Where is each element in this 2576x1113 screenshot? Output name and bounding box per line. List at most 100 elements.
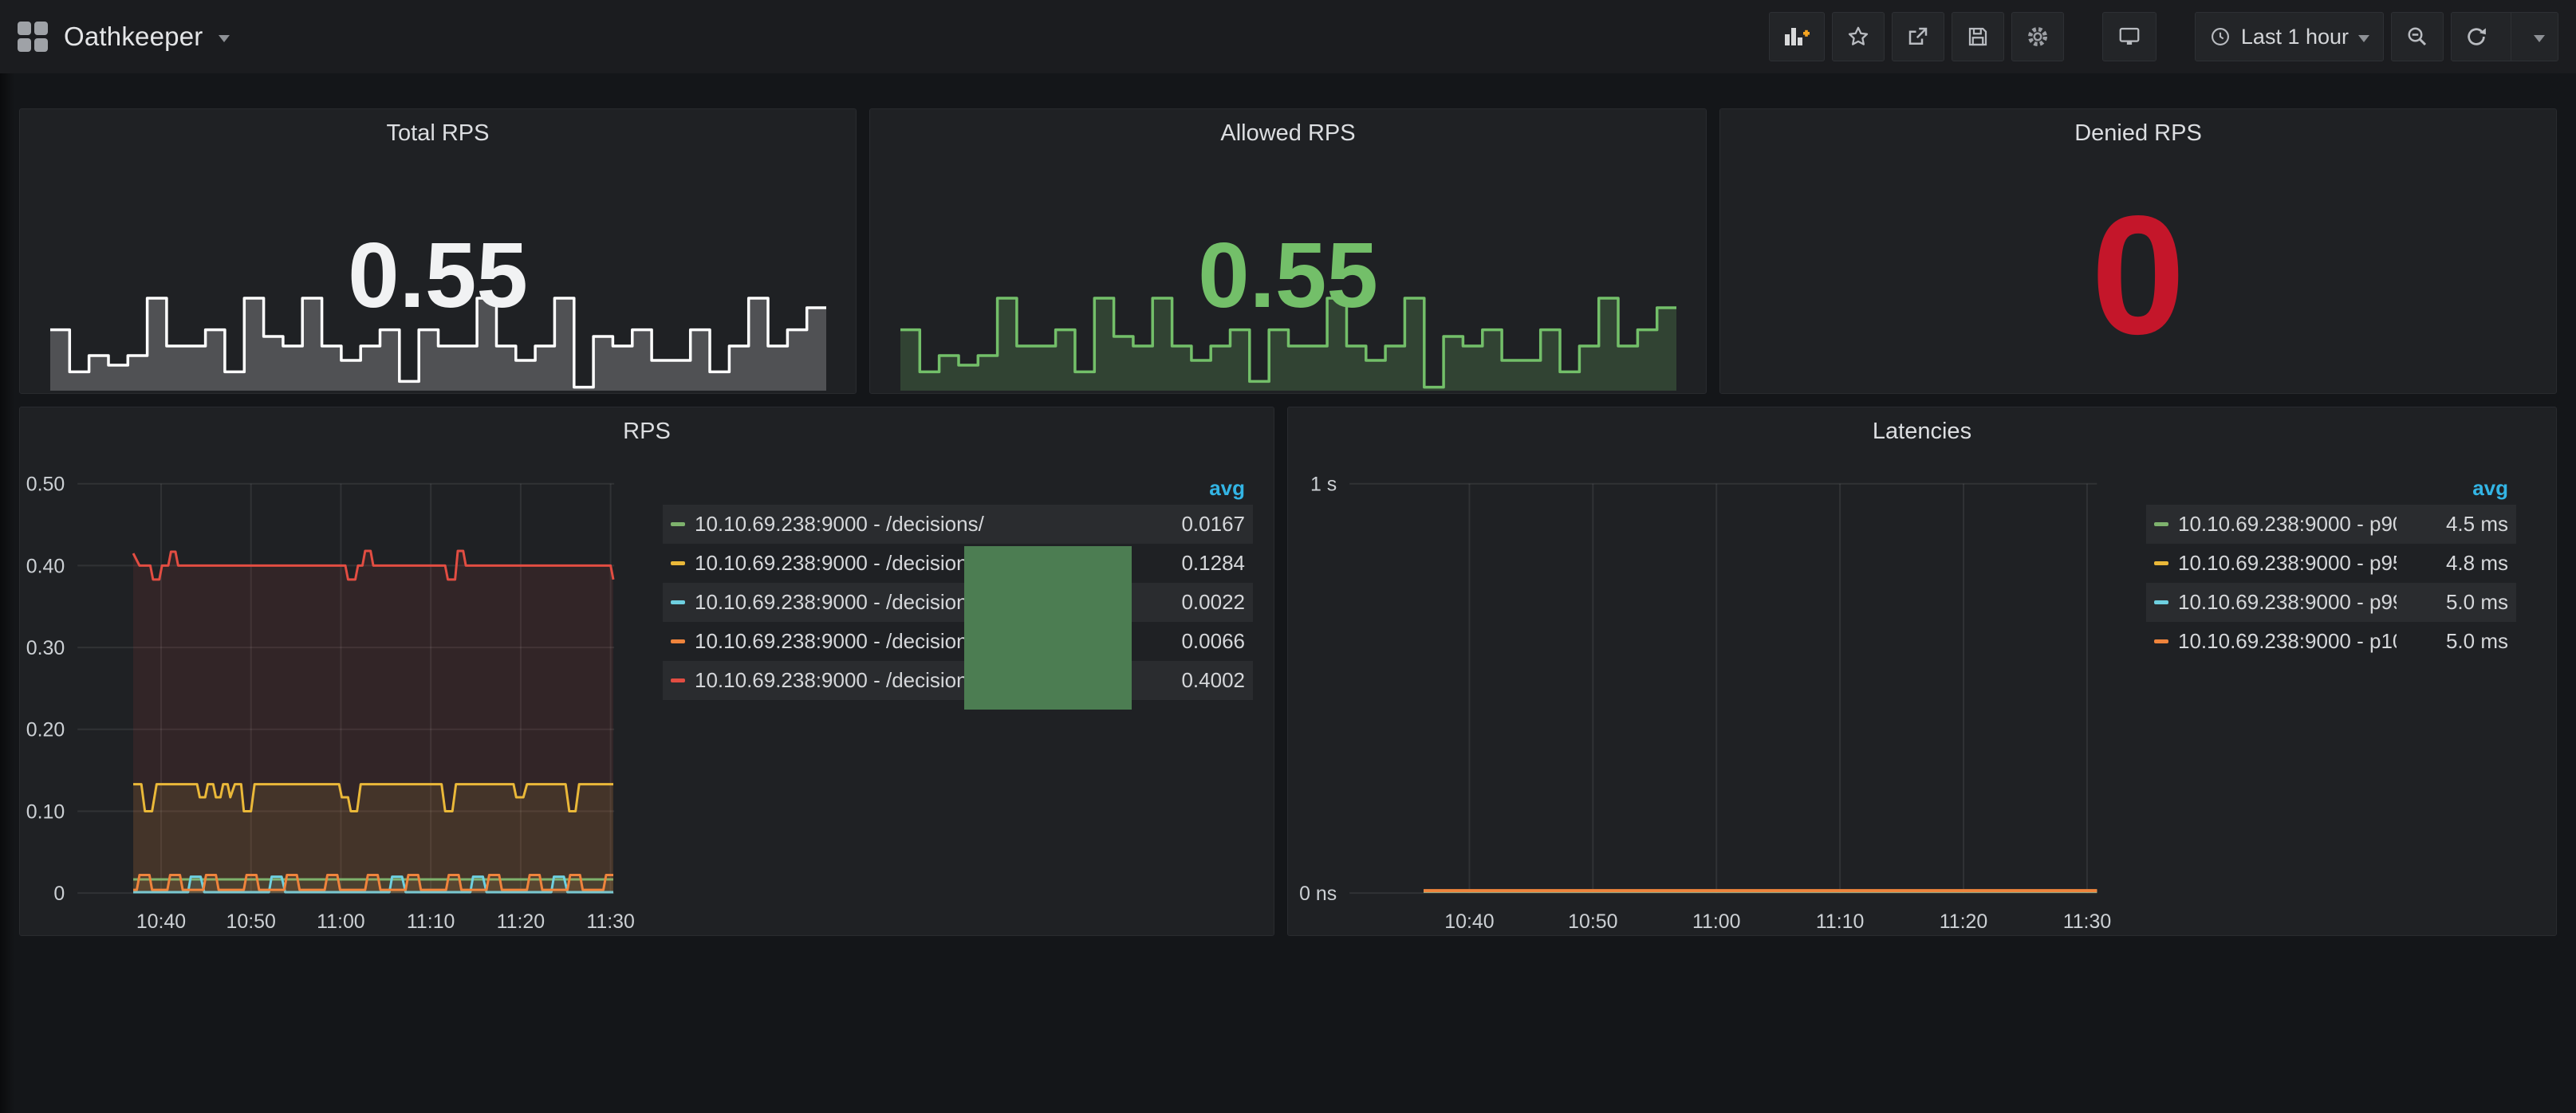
svg-text:0.40: 0.40 (26, 555, 65, 577)
settings-button[interactable] (2011, 12, 2064, 61)
panel-title[interactable]: RPS (20, 419, 1274, 445)
svg-text:10:40: 10:40 (136, 910, 186, 933)
legend-series-name[interactable]: 10.10.69.238:9000 - p100 (2178, 629, 2397, 654)
legend-row: 10.10.69.238:9000 - p1005.0 ms (2146, 622, 2516, 661)
dashboard-picker[interactable]: Oathkeeper (18, 22, 230, 52)
svg-text:0.20: 0.20 (26, 719, 65, 741)
svg-text:10:40: 10:40 (1444, 910, 1494, 933)
legend-avg-value: 0.4002 (1133, 668, 1245, 693)
legend-avg-value: 4.5 ms (2397, 512, 2508, 537)
legend-avg-value: 5.0 ms (2397, 590, 2508, 615)
rps-legend: avg10.10.69.238:9000 - /decisions/0.0167… (663, 471, 1253, 700)
legend-series-name[interactable]: 10.10.69.238:9000 - p99 (2178, 590, 2397, 615)
svg-text:0.10: 0.10 (26, 800, 65, 823)
cycle-view-button[interactable] (2102, 12, 2157, 61)
apps-grid-icon[interactable] (18, 22, 48, 52)
legend-swatch[interactable] (2154, 522, 2168, 526)
svg-text:10:50: 10:50 (226, 910, 276, 933)
svg-text:11:20: 11:20 (497, 910, 545, 933)
share-icon (1906, 25, 1930, 49)
caret-down-icon[interactable] (219, 35, 230, 42)
svg-text:11:00: 11:00 (1692, 910, 1740, 933)
svg-text:1 s: 1 s (1310, 474, 1337, 496)
legend-series-name[interactable]: 10.10.69.238:9000 - /decisions/ (695, 512, 1133, 537)
legend-swatch[interactable] (2154, 600, 2168, 604)
legend-avg-value: 0.0066 (1133, 629, 1245, 654)
legend-swatch[interactable] (671, 522, 685, 526)
legend-row: 10.10.69.238:9000 - /decisions/0.0022 (663, 583, 1253, 622)
svg-text:11:00: 11:00 (317, 910, 364, 933)
stat-value: 0 (1720, 191, 2556, 360)
time-range-picker[interactable]: Last 1 hour (2195, 12, 2384, 61)
legend-row: 10.10.69.238:9000 - p954.8 ms (2146, 544, 2516, 583)
dashboard-title[interactable]: Oathkeeper (64, 22, 203, 52)
time-range-label: Last 1 hour (2241, 25, 2349, 49)
add-panel-icon (1783, 25, 1810, 49)
green-overlay-artifact (964, 546, 1132, 710)
stat-value: 0.55 (20, 229, 856, 321)
star-button[interactable] (1832, 12, 1885, 61)
panel-latencies-graph: Latencies 0 ns 1 s 10:40 10:50 11:00 11:10 11:… (1287, 407, 2557, 936)
legend-row: 10.10.69.238:9000 - /decisions/0.1284 (663, 544, 1253, 583)
zoom-out-icon (2405, 25, 2429, 49)
svg-text:11:20: 11:20 (1940, 910, 1987, 933)
refresh-button[interactable] (2452, 13, 2501, 61)
legend-swatch[interactable] (671, 561, 685, 565)
svg-text:0.30: 0.30 (26, 637, 65, 659)
panel-denied-rps: Denied RPS 0 (1719, 108, 2557, 394)
svg-text:0.50: 0.50 (26, 474, 65, 496)
stat-value: 0.55 (870, 229, 1706, 321)
grafana-dashboard: Oathkeeper (0, 0, 2576, 1113)
monitor-icon (2117, 25, 2142, 49)
legend-swatch[interactable] (671, 678, 685, 682)
add-panel-button[interactable] (1769, 12, 1825, 61)
legend-swatch[interactable] (671, 600, 685, 604)
legend-swatch[interactable] (2154, 561, 2168, 565)
legend-avg-value: 0.0022 (1133, 590, 1245, 615)
legend-avg-header[interactable]: avg (2146, 471, 2516, 505)
panel-allowed-rps: Allowed RPS 0.55 (869, 108, 1707, 394)
gear-icon (2026, 25, 2050, 49)
legend-avg-value: 5.0 ms (2397, 629, 2508, 654)
refresh-interval-dropdown[interactable] (2521, 13, 2558, 61)
legend-avg-value: 4.8 ms (2397, 551, 2508, 576)
panel-total-rps: Total RPS 0.55 (19, 108, 857, 394)
navbar-actions: Last 1 hour (1769, 12, 2558, 61)
caret-down-icon (2534, 35, 2545, 42)
svg-text:0: 0 (53, 883, 65, 905)
svg-text:0 ns: 0 ns (1299, 883, 1337, 905)
legend-avg-value: 0.0167 (1133, 512, 1245, 537)
svg-text:11:10: 11:10 (1816, 910, 1864, 933)
latencies-legend: avg10.10.69.238:9000 - p904.5 ms10.10.69… (2146, 471, 2516, 661)
legend-avg-header[interactable]: avg (663, 471, 1253, 505)
panel-rps-graph: RPS 0 0.10 0.20 0.30 0.40 0.50 10:40 10:50 11:00… (19, 407, 1274, 936)
star-icon (1846, 25, 1870, 49)
legend-series-name[interactable]: 10.10.69.238:9000 - p90 (2178, 512, 2397, 537)
share-button[interactable] (1892, 12, 1944, 61)
refresh-split-button (2451, 12, 2558, 61)
panel-title[interactable]: Allowed RPS (870, 120, 1706, 147)
zoom-out-button[interactable] (2391, 12, 2444, 61)
legend-swatch[interactable] (671, 639, 685, 643)
legend-swatch[interactable] (2154, 639, 2168, 643)
legend-row: 10.10.69.238:9000 - p995.0 ms (2146, 583, 2516, 622)
legend-row: 10.10.69.238:9000 - p904.5 ms (2146, 505, 2516, 544)
svg-text:11:30: 11:30 (2063, 910, 2111, 933)
save-button[interactable] (1952, 12, 2004, 61)
panel-title[interactable]: Latencies (1288, 419, 2556, 445)
panel-title[interactable]: Denied RPS (1720, 120, 2556, 147)
refresh-icon (2464, 25, 2488, 49)
legend-row: 10.10.69.238:9000 - /decisions/0.0066 (663, 622, 1253, 661)
legend-row: 10.10.69.238:9000 - /decisions/0.4002 (663, 661, 1253, 700)
navbar: Oathkeeper (0, 0, 2576, 73)
legend-avg-value: 0.1284 (1133, 551, 1245, 576)
legend-row: 10.10.69.238:9000 - /decisions/0.0167 (663, 505, 1253, 544)
caret-down-icon (2358, 35, 2369, 42)
svg-text:11:30: 11:30 (586, 910, 634, 933)
panel-title[interactable]: Total RPS (20, 120, 856, 147)
svg-text:11:10: 11:10 (407, 910, 455, 933)
svg-text:10:50: 10:50 (1568, 910, 1617, 933)
clock-icon (2209, 26, 2231, 48)
legend-series-name[interactable]: 10.10.69.238:9000 - p95 (2178, 551, 2397, 576)
save-icon (1966, 25, 1990, 49)
